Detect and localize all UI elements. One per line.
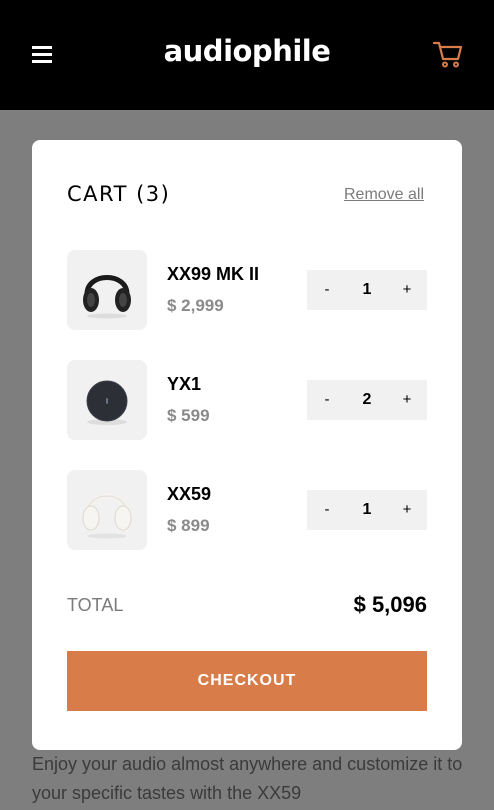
product-thumbnail <box>67 250 147 330</box>
quantity-value: 1 <box>362 501 372 518</box>
product-thumbnail <box>67 360 147 440</box>
item-name: XX59 <box>167 484 212 504</box>
item-name: XX99 MK II <box>167 264 260 284</box>
increase-quantity-button[interactable]: + <box>387 270 427 310</box>
cart-modal: CART (3) Remove all XX99 MK II $ 2,999 -… <box>32 140 462 750</box>
increase-quantity-button[interactable]: + <box>387 380 427 420</box>
quantity-stepper: - 1 + <box>307 270 427 310</box>
decrease-quantity-button[interactable]: - <box>307 490 347 530</box>
black-headphones-image <box>83 275 131 319</box>
total-value: $ 5,096 <box>353 592 427 617</box>
increase-quantity-button[interactable]: + <box>387 490 427 530</box>
cart-title: CART (3) <box>67 182 171 206</box>
cart-item: XX99 MK II $ 2,999 - 1 + <box>67 250 427 330</box>
item-price: $ 599 <box>167 406 210 425</box>
cart-item: YX1 $ 599 - 2 + <box>67 360 427 440</box>
cart-item: XX59 $ 899 - 1 + <box>67 470 427 550</box>
decrease-quantity-button[interactable]: - <box>307 380 347 420</box>
black-earbuds-case-image <box>86 380 128 425</box>
background-description-text: Enjoy your audio almost anywhere and cus… <box>32 754 463 803</box>
top-nav-bar: audiophile <box>0 0 494 110</box>
checkout-button[interactable]: CHECKOUT <box>67 651 427 711</box>
quantity-value: 2 <box>362 391 372 408</box>
item-name: YX1 <box>167 374 202 394</box>
item-price: $ 899 <box>167 516 210 535</box>
item-price: $ 2,999 <box>167 296 224 315</box>
logo[interactable]: audiophile <box>0 34 494 68</box>
quantity-stepper: - 2 + <box>307 380 427 420</box>
total-label: TOTAL <box>67 595 124 615</box>
white-headphones-image <box>82 493 132 539</box>
shopping-cart-icon[interactable] <box>433 40 463 68</box>
remove-all-link[interactable]: Remove all <box>344 186 424 204</box>
product-thumbnail <box>67 470 147 550</box>
quantity-value: 1 <box>362 281 372 298</box>
quantity-stepper: - 1 + <box>307 490 427 530</box>
decrease-quantity-button[interactable]: - <box>307 270 347 310</box>
